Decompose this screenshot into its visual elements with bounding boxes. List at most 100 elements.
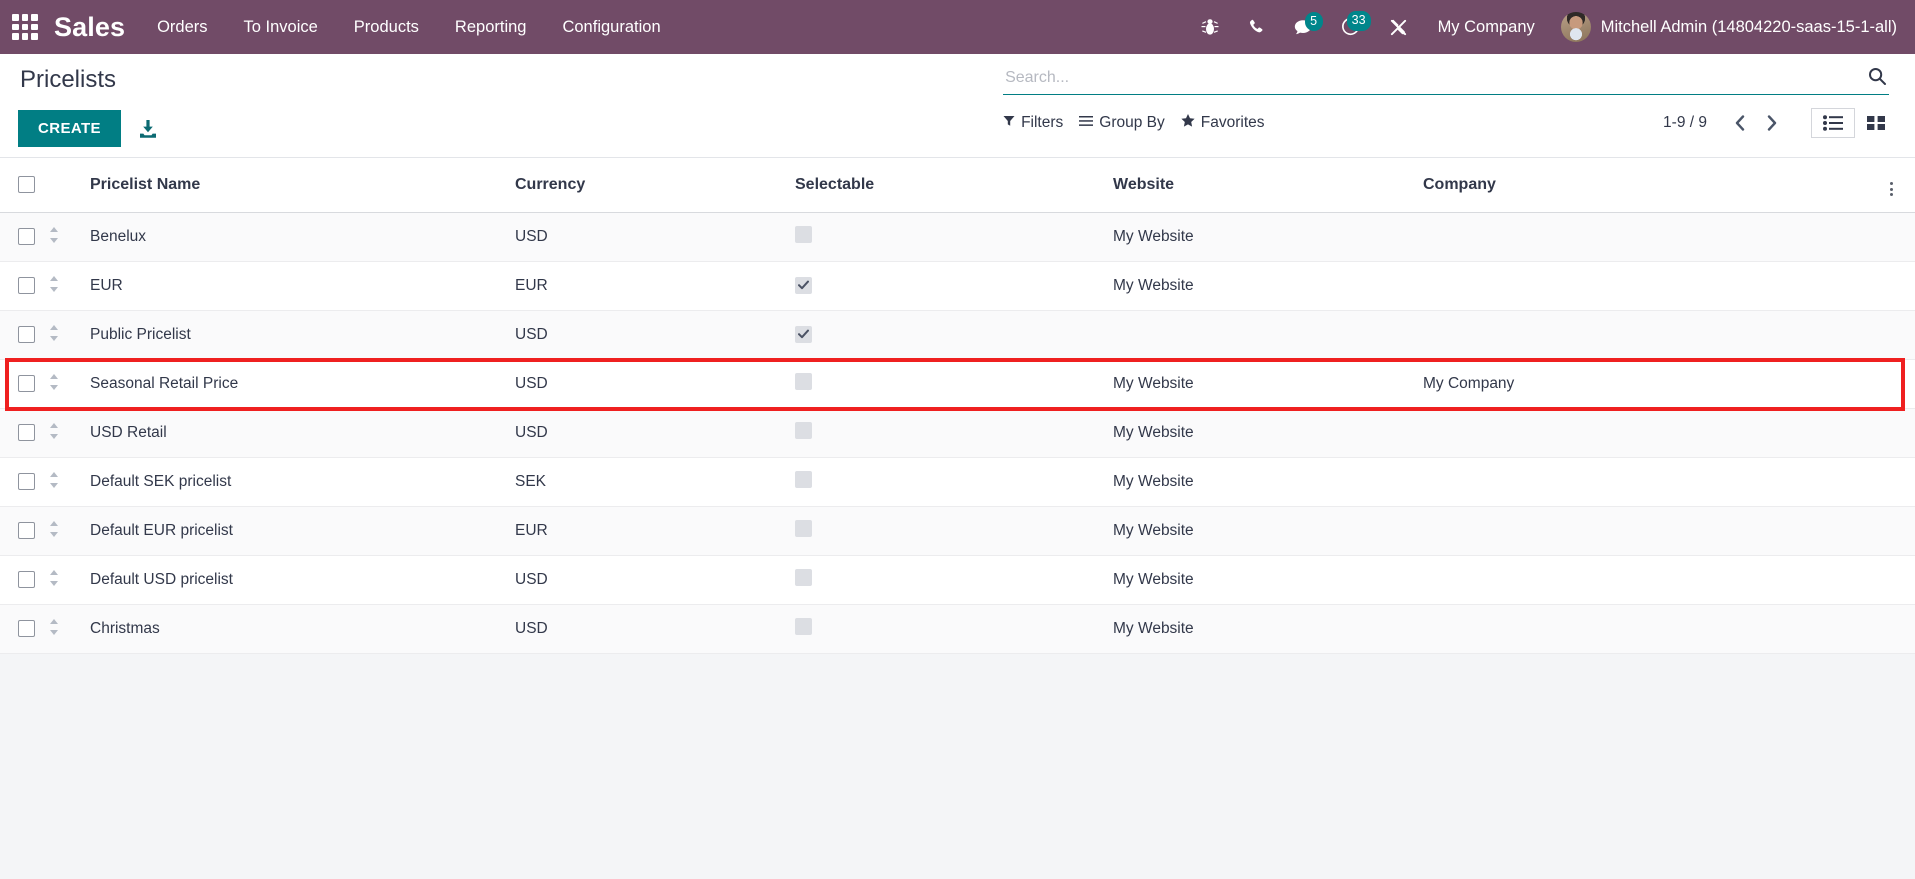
cell-pricelist-name[interactable]: Christmas — [90, 604, 515, 654]
column-selectable[interactable]: Selectable — [795, 158, 1113, 213]
cell-currency[interactable]: USD — [515, 310, 795, 360]
column-currency[interactable]: Currency — [515, 158, 795, 213]
cell-currency[interactable]: USD — [515, 555, 795, 605]
drag-handle-icon[interactable] — [48, 226, 60, 244]
row-checkbox[interactable] — [18, 620, 35, 638]
vertical-dots-icon[interactable] — [1886, 180, 1897, 198]
table-row[interactable]: Default SEK pricelist SEK My Website — [0, 457, 1915, 507]
favorites-button[interactable]: Favorites — [1179, 112, 1279, 134]
cell-currency[interactable]: EUR — [515, 261, 795, 311]
table-row[interactable]: Default EUR pricelist EUR My Website — [0, 506, 1915, 556]
cell-pricelist-name[interactable]: USD Retail — [90, 408, 515, 458]
drag-handle-icon[interactable] — [48, 422, 60, 440]
company-switcher[interactable]: My Company — [1422, 10, 1551, 45]
menu-item-orders[interactable]: Orders — [139, 10, 225, 45]
filters-button[interactable]: Filters — [1003, 112, 1077, 134]
chevron-right-icon[interactable] — [1757, 112, 1787, 134]
selectable-checkbox[interactable] — [795, 569, 812, 586]
drag-handle-icon[interactable] — [48, 324, 60, 342]
table-row[interactable]: Public Pricelist USD — [0, 310, 1915, 360]
cell-company[interactable]: My Company — [1423, 359, 1875, 409]
drag-handle-icon[interactable] — [48, 373, 60, 391]
search-input[interactable] — [1003, 68, 1865, 88]
search-bar[interactable] — [1003, 66, 1889, 95]
tools-icon[interactable] — [1375, 12, 1422, 43]
menu-item-to-invoice[interactable]: To Invoice — [226, 10, 336, 45]
column-website[interactable]: Website — [1113, 158, 1423, 213]
selectable-checkbox[interactable] — [795, 471, 812, 488]
table-row[interactable]: EUR EUR My Website — [0, 261, 1915, 311]
cell-pricelist-name[interactable]: Benelux — [90, 212, 515, 262]
row-checkbox[interactable] — [18, 473, 35, 491]
cell-pricelist-name[interactable]: Default USD pricelist — [90, 555, 515, 605]
table-row[interactable]: Seasonal Retail Price USD My Website My Com… — [0, 359, 1915, 409]
chat-icon[interactable]: 5 — [1279, 11, 1327, 43]
cell-company[interactable] — [1423, 261, 1875, 311]
cell-pricelist-name[interactable]: Seasonal Retail Price — [90, 359, 515, 409]
row-checkbox[interactable] — [18, 375, 35, 393]
cell-website[interactable]: My Website — [1113, 212, 1423, 262]
selectable-checkbox[interactable] — [795, 226, 812, 243]
cell-company[interactable] — [1423, 604, 1875, 654]
cell-website[interactable]: My Website — [1113, 457, 1423, 507]
cell-website[interactable]: My Website — [1113, 604, 1423, 654]
table-row[interactable]: Benelux USD My Website — [0, 212, 1915, 262]
selectable-checkbox[interactable] — [795, 520, 812, 537]
cell-website[interactable]: My Website — [1113, 261, 1423, 311]
cell-currency[interactable]: USD — [515, 604, 795, 654]
selectable-checkbox[interactable] — [795, 325, 812, 343]
cell-currency[interactable]: USD — [515, 408, 795, 458]
cell-company[interactable] — [1423, 408, 1875, 458]
row-checkbox[interactable] — [18, 522, 35, 540]
cell-currency[interactable]: EUR — [515, 506, 795, 556]
cell-currency[interactable]: SEK — [515, 457, 795, 507]
cell-company[interactable] — [1423, 310, 1875, 360]
apps-grid-icon[interactable] — [6, 8, 44, 46]
column-pricelist-name[interactable]: Pricelist Name — [90, 158, 515, 213]
app-brand-sales[interactable]: Sales — [54, 12, 125, 43]
cell-currency[interactable]: USD — [515, 359, 795, 409]
kanban-view-button[interactable] — [1855, 108, 1897, 138]
drag-handle-icon[interactable] — [48, 618, 60, 636]
cell-pricelist-name[interactable]: Public Pricelist — [90, 310, 515, 360]
selectable-checkbox[interactable] — [795, 373, 812, 390]
phone-icon[interactable] — [1233, 12, 1279, 42]
select-all-checkbox[interactable] — [18, 176, 35, 194]
cell-website[interactable]: My Website — [1113, 359, 1423, 409]
cell-company[interactable] — [1423, 212, 1875, 262]
table-row[interactable]: USD Retail USD My Website — [0, 408, 1915, 458]
group-by-button[interactable]: Group By — [1077, 112, 1178, 134]
cell-pricelist-name[interactable]: EUR — [90, 261, 515, 311]
cell-pricelist-name[interactable]: Default SEK pricelist — [90, 457, 515, 507]
selectable-checkbox[interactable] — [795, 618, 812, 635]
selectable-checkbox[interactable] — [795, 276, 812, 294]
chevron-left-icon[interactable] — [1725, 112, 1755, 134]
user-menu[interactable]: Mitchell Admin (14804220-saas-15-1-all) — [1551, 8, 1903, 46]
menu-item-configuration[interactable]: Configuration — [544, 10, 678, 45]
cell-company[interactable] — [1423, 457, 1875, 507]
cell-currency[interactable]: USD — [515, 212, 795, 262]
menu-item-reporting[interactable]: Reporting — [437, 10, 545, 45]
drag-handle-icon[interactable] — [48, 275, 60, 293]
row-checkbox[interactable] — [18, 277, 35, 295]
list-view-button[interactable] — [1811, 108, 1855, 138]
search-icon[interactable] — [1865, 66, 1889, 88]
cell-company[interactable] — [1423, 555, 1875, 605]
drag-handle-icon[interactable] — [48, 520, 60, 538]
cell-website[interactable]: My Website — [1113, 506, 1423, 556]
row-checkbox[interactable] — [18, 326, 35, 344]
row-checkbox[interactable] — [18, 424, 35, 442]
activity-clock-icon[interactable]: 33 — [1327, 11, 1375, 43]
bug-icon[interactable] — [1187, 11, 1233, 43]
cell-website[interactable] — [1113, 310, 1423, 360]
cell-website[interactable]: My Website — [1113, 408, 1423, 458]
cell-website[interactable]: My Website — [1113, 555, 1423, 605]
drag-handle-icon[interactable] — [48, 471, 60, 489]
table-row[interactable]: Default USD pricelist USD My Website — [0, 555, 1915, 605]
cell-pricelist-name[interactable]: Default EUR pricelist — [90, 506, 515, 556]
create-button[interactable]: CREATE — [18, 110, 121, 147]
column-company[interactable]: Company — [1423, 158, 1875, 213]
selectable-checkbox[interactable] — [795, 422, 812, 439]
table-row[interactable]: Christmas USD My Website — [0, 604, 1915, 654]
drag-handle-icon[interactable] — [48, 569, 60, 587]
